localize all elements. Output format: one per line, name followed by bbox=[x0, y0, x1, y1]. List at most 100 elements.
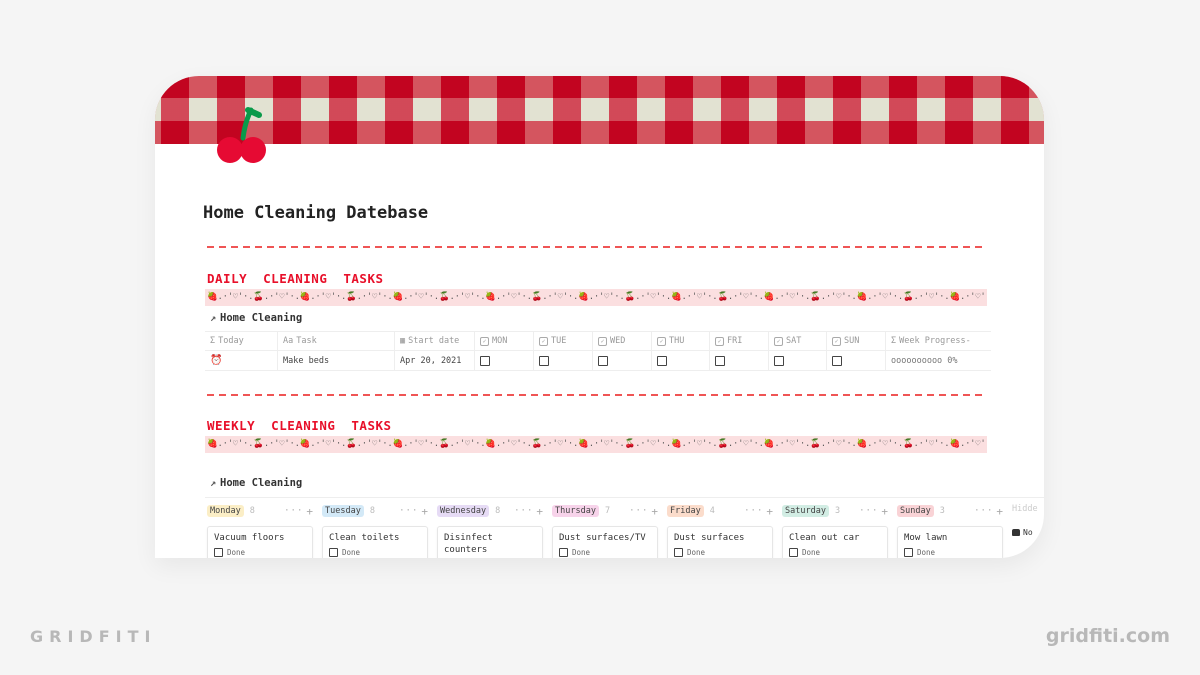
board-card[interactable]: Vacuum floors Done bbox=[207, 526, 313, 558]
column-header: Wednesday 8 ··· + bbox=[437, 504, 543, 518]
column-header: Tuesday 8 ··· + bbox=[322, 504, 428, 518]
checkbox-fri[interactable] bbox=[715, 355, 725, 366]
board-card[interactable]: Dust surfaces Done bbox=[667, 526, 773, 558]
more-options-icon[interactable]: ··· bbox=[974, 506, 993, 516]
group-count: 4 bbox=[709, 506, 715, 516]
group-count: 8 bbox=[369, 506, 375, 516]
col-header-wed[interactable]: ✓ WED bbox=[593, 332, 652, 350]
daily-heading: DAILY CLEANING TASKS bbox=[207, 271, 384, 286]
col-header-mon[interactable]: ✓ MON bbox=[475, 332, 534, 350]
col-header-start-date[interactable]: ▦ Start date bbox=[395, 332, 475, 350]
checkbox-type-icon: ✓ bbox=[480, 336, 489, 346]
done-checkbox[interactable]: Done bbox=[329, 548, 421, 557]
col-header-fri[interactable]: ✓ FRI bbox=[710, 332, 769, 350]
done-checkbox[interactable]: Done bbox=[559, 548, 651, 557]
hidden-groups-column[interactable]: Hidde No bbox=[1012, 504, 1044, 558]
cell-sat bbox=[769, 351, 827, 370]
done-checkbox[interactable]: Done bbox=[674, 548, 766, 557]
board-card[interactable]: Dust surfaces/TV Done bbox=[552, 526, 658, 558]
cell-task[interactable]: Make beds bbox=[278, 351, 395, 370]
checkbox-type-icon: ✓ bbox=[832, 336, 841, 346]
card-title: Clean toilets bbox=[329, 533, 400, 543]
board-card[interactable]: Mow lawn Done bbox=[897, 526, 1003, 558]
day-group-pill[interactable]: Sunday bbox=[897, 505, 934, 517]
gridfiti-logo: GRIDFITI bbox=[30, 627, 157, 646]
cell-wed bbox=[593, 351, 652, 370]
col-header-task[interactable]: Aa Task bbox=[278, 332, 395, 350]
more-options-icon[interactable]: ··· bbox=[514, 506, 533, 516]
done-checkbox[interactable]: Done bbox=[214, 548, 306, 557]
day-group-pill[interactable]: Friday bbox=[667, 505, 704, 517]
checkbox-thu[interactable] bbox=[657, 355, 667, 366]
day-group-pill[interactable]: Wednesday bbox=[437, 505, 490, 517]
cherry-icon[interactable] bbox=[215, 104, 267, 166]
col-header-sun[interactable]: ✓ SUN bbox=[827, 332, 886, 350]
checkbox-wed[interactable] bbox=[598, 355, 608, 366]
more-options-icon[interactable]: ··· bbox=[629, 506, 648, 516]
cell-thu bbox=[652, 351, 710, 370]
board-column-thursday: Thursday 7 ··· + Dust surfaces/TV Done bbox=[552, 504, 658, 558]
done-checkbox[interactable]: Done bbox=[789, 548, 881, 557]
more-options-icon[interactable]: ··· bbox=[399, 506, 418, 516]
board-column-wednesday: Wednesday 8 ··· + Disinfect counters bbox=[437, 504, 543, 558]
card-title: Clean out car bbox=[789, 533, 860, 543]
day-group-pill[interactable]: Saturday bbox=[782, 505, 829, 517]
checkbox[interactable] bbox=[214, 548, 223, 557]
day-group-pill[interactable]: Thursday bbox=[552, 505, 599, 517]
link-arrow-icon: ↗ bbox=[210, 312, 217, 324]
cell-week-progress: oooooooooo 0% bbox=[891, 355, 958, 366]
calendar-icon: ▦ bbox=[400, 336, 406, 346]
weekly-board: Monday 8 ··· + Vacuum floors Done Tuesda… bbox=[207, 504, 1044, 558]
cell-fri bbox=[710, 351, 769, 370]
checkbox[interactable] bbox=[789, 548, 798, 557]
more-options-icon[interactable]: ··· bbox=[284, 506, 303, 516]
col-header-sat[interactable]: ✓ SAT bbox=[769, 332, 827, 350]
checkbox[interactable] bbox=[329, 548, 338, 557]
hidden-group-no[interactable]: No bbox=[1012, 528, 1044, 537]
col-header-today[interactable]: Σ Today bbox=[205, 332, 278, 350]
add-card-icon[interactable]: + bbox=[536, 505, 543, 518]
add-card-icon[interactable]: + bbox=[651, 505, 658, 518]
table-row[interactable]: ⏰ Make beds Apr 20, 2021 oooooooooo 0% bbox=[205, 351, 991, 371]
add-card-icon[interactable]: + bbox=[306, 505, 313, 518]
more-options-icon[interactable]: ··· bbox=[859, 506, 878, 516]
cell-sun bbox=[827, 351, 886, 370]
cell-tue bbox=[534, 351, 593, 370]
board-card[interactable]: Clean out car Done bbox=[782, 526, 888, 558]
daily-linked-db-title[interactable]: ↗ Home Cleaning bbox=[210, 312, 302, 324]
gingham-cover[interactable] bbox=[155, 76, 1044, 144]
sigma-icon: Σ bbox=[891, 336, 897, 346]
add-card-icon[interactable]: + bbox=[996, 505, 1003, 518]
cell-start-date[interactable]: Apr 20, 2021 bbox=[395, 351, 475, 370]
checkbox-sun[interactable] bbox=[832, 355, 842, 366]
column-header: Monday 8 ··· + bbox=[207, 504, 313, 518]
checkbox[interactable] bbox=[559, 548, 568, 557]
col-header-tue[interactable]: ✓ TUE bbox=[534, 332, 593, 350]
checkbox-tue[interactable] bbox=[539, 355, 549, 366]
add-card-icon[interactable]: + bbox=[881, 505, 888, 518]
linked-db-label: Home Cleaning bbox=[220, 312, 303, 324]
board-card[interactable]: Clean toilets Done bbox=[322, 526, 428, 558]
day-group-pill[interactable]: Monday bbox=[207, 505, 244, 517]
board-column-sunday: Sunday 3 ··· + Mow lawn Done bbox=[897, 504, 1003, 558]
checkbox-sat[interactable] bbox=[774, 355, 784, 366]
more-options-icon[interactable]: ··· bbox=[744, 506, 763, 516]
col-header-thu[interactable]: ✓ THU bbox=[652, 332, 710, 350]
group-count: 8 bbox=[249, 506, 255, 516]
board-card[interactable]: Disinfect counters bbox=[437, 526, 543, 558]
column-header: Saturday 3 ··· + bbox=[782, 504, 888, 518]
day-group-pill[interactable]: Tuesday bbox=[322, 505, 364, 517]
checkbox-mon[interactable] bbox=[480, 355, 490, 366]
card-title: Mow lawn bbox=[904, 533, 948, 543]
add-card-icon[interactable]: + bbox=[421, 505, 428, 518]
done-checkbox[interactable]: Done bbox=[904, 548, 996, 557]
text-type-icon: Aa bbox=[283, 336, 294, 346]
checkbox[interactable] bbox=[674, 548, 683, 557]
card-title: Disinfect counters bbox=[444, 533, 493, 555]
col-header-week-progress[interactable]: Σ Week Progress- bbox=[886, 332, 991, 350]
weekly-linked-db-title[interactable]: ↗ Home Cleaning bbox=[210, 477, 302, 489]
daily-table: Σ Today Aa Task ▦ Start date ✓ MON ✓ TUE ✓ WED… bbox=[205, 331, 991, 371]
cell-mon bbox=[475, 351, 534, 370]
checkbox[interactable] bbox=[904, 548, 913, 557]
add-card-icon[interactable]: + bbox=[766, 505, 773, 518]
